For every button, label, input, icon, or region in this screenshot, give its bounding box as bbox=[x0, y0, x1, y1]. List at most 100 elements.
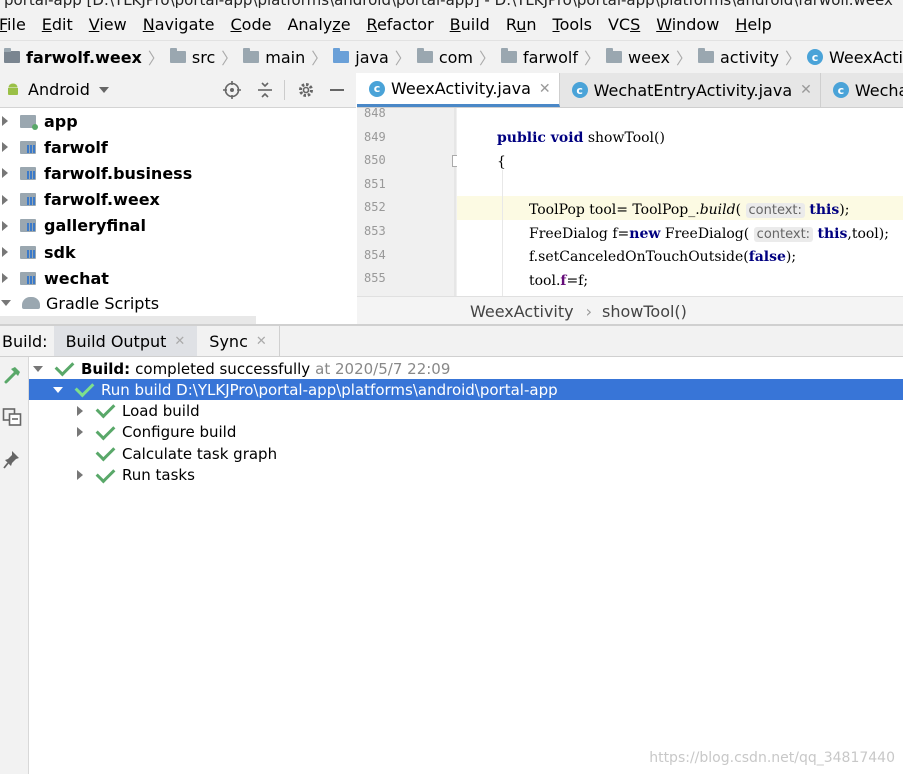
project-tree-item[interactable]: farwolf.weex bbox=[0, 187, 160, 213]
menu-item[interactable]: Edit bbox=[41, 15, 73, 34]
menu-mnemonic: F bbox=[0, 14, 8, 34]
build-task-item[interactable]: Run tasks bbox=[29, 463, 903, 486]
chevron-right-icon[interactable] bbox=[2, 273, 8, 284]
project-tool-header: Android bbox=[0, 73, 356, 108]
toolbar-divider bbox=[284, 80, 285, 100]
menu-item[interactable]: Navigate bbox=[142, 15, 215, 34]
chevron-down-icon[interactable] bbox=[33, 365, 43, 372]
breadcrumb-item[interactable]: src 〉 bbox=[169, 45, 239, 69]
menu-item[interactable]: Tools bbox=[552, 15, 592, 34]
pin-icon[interactable] bbox=[3, 449, 21, 473]
success-check-icon bbox=[95, 420, 116, 440]
code-editor[interactable]: public void showTool() { ToolPop tool= T… bbox=[457, 108, 903, 296]
project-tree-item[interactable]: Gradle Scripts bbox=[0, 290, 159, 316]
tree-scroll-edge bbox=[0, 316, 256, 324]
editor-tab[interactable]: c WechatMo bbox=[821, 73, 903, 107]
project-tree-item[interactable]: app bbox=[0, 108, 78, 134]
tab-sync[interactable]: Sync ✕ bbox=[197, 326, 280, 356]
build-task-item[interactable]: Load build bbox=[29, 398, 903, 421]
chevron-down-icon[interactable] bbox=[1, 300, 11, 306]
editor-tab-label: WechatEntryActivity.java bbox=[593, 80, 793, 100]
menu-item[interactable]: Analyze bbox=[286, 15, 350, 34]
chevron-right-icon: › bbox=[585, 301, 592, 321]
collapse-all-icon[interactable] bbox=[257, 81, 273, 103]
project-view-label: Android bbox=[28, 80, 90, 99]
menu-item[interactable]: Code bbox=[230, 15, 272, 34]
editor-breadcrumb: WeexActivity › showTool() bbox=[357, 296, 903, 325]
toggle-view-icon[interactable] bbox=[2, 407, 22, 431]
chevron-down-icon[interactable] bbox=[53, 386, 63, 393]
project-tree-item[interactable]: sdk bbox=[0, 239, 76, 265]
minimize-icon[interactable] bbox=[330, 89, 344, 91]
editor-crumb-class[interactable]: WeexActivity bbox=[470, 302, 574, 321]
editor-crumb-method[interactable]: showTool() bbox=[602, 302, 687, 321]
tab-build-output[interactable]: Build Output ✕ bbox=[53, 326, 198, 356]
folder-icon bbox=[605, 48, 622, 63]
breadcrumb-label: farwolf.weex bbox=[26, 47, 142, 67]
chevron-right-icon[interactable] bbox=[77, 427, 83, 437]
build-task-item[interactable]: Configure build bbox=[29, 420, 903, 443]
breadcrumb-separator-icon: 〉 bbox=[675, 49, 692, 68]
breadcrumb-separator-icon: 〉 bbox=[394, 49, 411, 68]
menu-item[interactable]: Refactor bbox=[366, 15, 434, 34]
close-icon[interactable]: ✕ bbox=[539, 81, 551, 97]
breadcrumb-item[interactable]: com 〉 bbox=[416, 45, 497, 69]
build-tree-run[interactable]: Run build D:\YLKJPro\portal-app\platform… bbox=[29, 377, 903, 400]
chevron-right-icon[interactable] bbox=[2, 116, 8, 126]
project-tree-item[interactable]: wechat bbox=[0, 265, 109, 291]
project-tree-item[interactable]: galleryfinal bbox=[0, 213, 146, 239]
menu-item[interactable]: Run bbox=[505, 15, 537, 34]
chevron-right-icon[interactable] bbox=[2, 247, 8, 257]
close-icon[interactable]: ✕ bbox=[256, 334, 267, 349]
chevron-right-icon[interactable] bbox=[77, 405, 83, 416]
chevron-right-icon[interactable] bbox=[2, 220, 8, 231]
breadcrumb-item[interactable]: weex 〉 bbox=[605, 45, 694, 69]
project-tree-item[interactable]: farwolf bbox=[0, 134, 108, 160]
editor-tab[interactable]: c WeexActivity.java ✕ bbox=[357, 73, 560, 107]
breadcrumb-item[interactable]: farwolf 〉 bbox=[501, 45, 602, 69]
breadcrumb-label: weex bbox=[627, 47, 670, 67]
menu-mnemonic: W bbox=[656, 14, 672, 34]
close-icon[interactable]: ✕ bbox=[800, 82, 812, 98]
menu-item[interactable]: VCS bbox=[607, 15, 640, 34]
build-tree-root[interactable]: Build: completed successfully at 2020/5/7 … bbox=[29, 356, 903, 379]
android-icon bbox=[6, 82, 20, 96]
menu-item[interactable]: Help bbox=[734, 15, 771, 34]
tab-label: Build Output bbox=[65, 331, 167, 351]
window-title-bar: portal-app [D:\YLKJPro\portal-app\platfo… bbox=[0, 0, 903, 8]
menu-mnemonic: H bbox=[735, 14, 748, 34]
project-view-selector[interactable]: Android bbox=[28, 80, 109, 99]
locate-icon[interactable] bbox=[223, 81, 241, 103]
build-task-item[interactable]: Calculate task graph bbox=[29, 441, 903, 464]
menu-item[interactable]: Window bbox=[655, 15, 719, 34]
menu-item[interactable]: View bbox=[88, 15, 127, 34]
chevron-right-icon[interactable] bbox=[77, 470, 83, 480]
project-tree-item[interactable]: farwolf.business bbox=[0, 160, 192, 186]
tab-label: Sync bbox=[209, 331, 248, 351]
breadcrumb-label: farwolf bbox=[523, 47, 578, 67]
close-icon[interactable]: ✕ bbox=[174, 334, 185, 349]
gear-icon[interactable] bbox=[297, 81, 315, 103]
breadcrumb-item[interactable]: main 〉 bbox=[243, 45, 329, 69]
chevron-right-icon[interactable] bbox=[2, 168, 8, 179]
chevron-right-icon[interactable] bbox=[2, 142, 8, 153]
build-task-label: Run tasks bbox=[122, 466, 195, 484]
menu-text: avigate bbox=[154, 14, 215, 34]
project-tree: app farwolf farwolf.business farwolf.weex ga… bbox=[0, 108, 356, 324]
menu-text: efactor bbox=[376, 14, 434, 34]
breadcrumb-label: src bbox=[191, 47, 216, 67]
hammer-icon[interactable] bbox=[2, 365, 22, 389]
line-number: 848 bbox=[364, 106, 386, 120]
menu-text: dit bbox=[51, 14, 73, 34]
line-number: 855 bbox=[364, 271, 386, 286]
menu-item[interactable]: Build bbox=[449, 15, 490, 34]
breadcrumb-item[interactable]: java 〉 bbox=[333, 45, 413, 69]
breadcrumb-item[interactable]: c WeexActivity bbox=[806, 48, 903, 67]
chevron-right-icon[interactable] bbox=[2, 194, 8, 205]
build-tool-header: Build: Build Output ✕ Sync ✕ bbox=[0, 326, 903, 357]
breadcrumb-item[interactable]: activity 〉 bbox=[697, 45, 803, 69]
menu-item[interactable]: File bbox=[0, 15, 26, 34]
editor-tab[interactable]: c WechatEntryActivity.java ✕ bbox=[560, 73, 821, 107]
breadcrumb-item[interactable]: farwolf.weex 〉 bbox=[4, 45, 166, 69]
gutter-border bbox=[454, 108, 456, 296]
